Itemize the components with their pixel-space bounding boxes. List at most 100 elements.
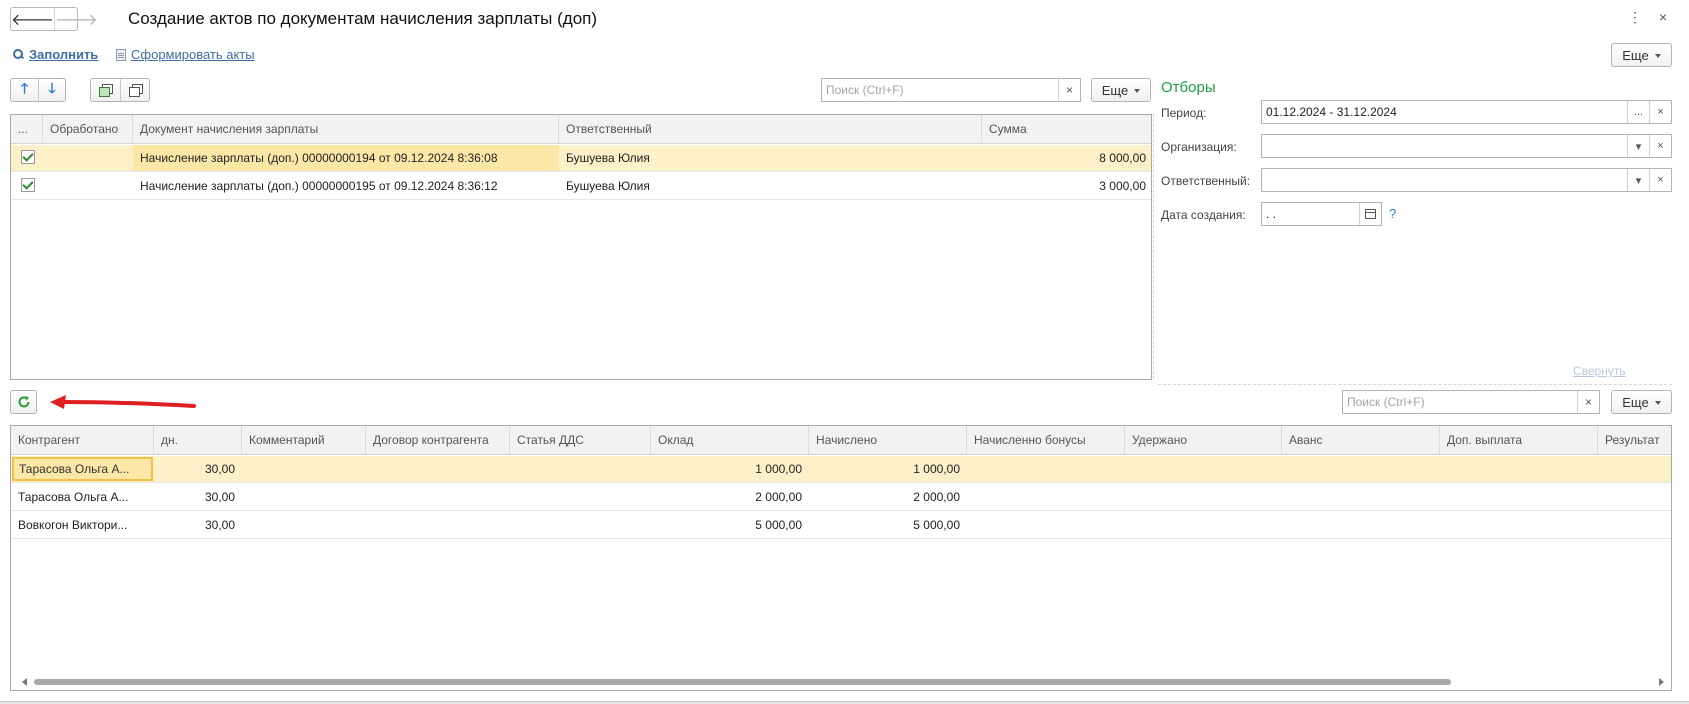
days-cell: 30,00 xyxy=(204,490,235,504)
column-sum[interactable]: Сумма xyxy=(982,115,1151,144)
column-extra-payment[interactable]: Доп. выплата xyxy=(1440,426,1598,455)
fill-label: Заполнить xyxy=(29,47,99,62)
column-advance[interactable]: Аванс xyxy=(1282,426,1440,455)
salary-cell: 5 000,00 xyxy=(755,518,802,532)
creation-date-label: Дата создания: xyxy=(1161,208,1246,222)
organization-clear-icon[interactable]: × xyxy=(1649,135,1671,157)
forward-button[interactable]: 🡒 xyxy=(53,8,98,30)
help-icon[interactable]: ? xyxy=(1389,206,1396,221)
fill-button[interactable]: Заполнить xyxy=(13,47,98,62)
accrued-cell: 2 000,00 xyxy=(913,490,960,504)
responsible-value[interactable] xyxy=(1262,169,1627,191)
bonus-cell xyxy=(967,512,1125,538)
salary-cell: 1 000,00 xyxy=(755,462,802,476)
bottom-search-placeholder: Поиск (Ctrl+F) xyxy=(1347,395,1425,409)
document-cell[interactable]: Начисление зарплаты (доп.) 00000000194 о… xyxy=(133,145,559,171)
more-label: Еще xyxy=(1622,47,1649,63)
column-salary[interactable]: Оклад xyxy=(651,426,809,455)
bottom-search-clear-icon[interactable]: × xyxy=(1577,391,1599,413)
more-menu-icon[interactable]: ⋮ xyxy=(1628,9,1642,26)
responsible-clear-icon[interactable]: × xyxy=(1649,169,1671,191)
document-cell[interactable]: Начисление зарплаты (доп.) 00000000195 о… xyxy=(133,173,559,199)
column-bonus[interactable]: Начисленно бонусы xyxy=(967,426,1125,455)
organization-value[interactable] xyxy=(1262,135,1627,157)
uncheck-all-button[interactable] xyxy=(120,79,149,101)
comment-cell xyxy=(242,484,366,510)
move-buttons-group: 🡑 🡓 xyxy=(10,78,66,102)
column-responsible[interactable]: Ответственный xyxy=(559,115,982,144)
top-search-input[interactable]: Поиск (Ctrl+F) × xyxy=(821,78,1081,102)
column-document[interactable]: Документ начисления зарплаты xyxy=(133,115,559,144)
column-contract[interactable]: Договор контрагента xyxy=(366,426,510,455)
calendar-button[interactable] xyxy=(1359,203,1381,225)
chevron-down-icon xyxy=(1654,54,1661,58)
search-icon xyxy=(13,49,24,60)
scrollbar-thumb[interactable] xyxy=(34,679,1451,685)
withheld-cell xyxy=(1125,456,1282,482)
more-button-top[interactable]: Еще xyxy=(1611,43,1672,67)
form-acts-button[interactable]: Сформировать акты xyxy=(116,47,255,62)
top-search-placeholder: Поиск (Ctrl+F) xyxy=(826,83,904,97)
more-label: Еще xyxy=(1101,82,1129,98)
organization-field[interactable]: ▾ × xyxy=(1261,134,1672,158)
organization-dropdown-icon[interactable]: ▾ xyxy=(1627,135,1649,157)
arrow-down-icon: 🡓 xyxy=(48,80,56,96)
top-search-clear-icon[interactable]: × xyxy=(1058,79,1080,101)
column-contractor[interactable]: Контрагент xyxy=(11,426,154,455)
check-all-button[interactable] xyxy=(91,79,120,101)
period-field[interactable]: 01.12.2024 - 31.12.2024 ... × xyxy=(1261,100,1672,124)
table-row[interactable]: Начисление зарплаты (доп.) 00000000195 о… xyxy=(11,173,1151,200)
refresh-button[interactable] xyxy=(10,390,37,414)
collapse-link[interactable]: Свернуть xyxy=(1573,364,1626,378)
column-withheld[interactable]: Удержано xyxy=(1125,426,1282,455)
move-down-button[interactable]: 🡓 xyxy=(38,79,65,101)
creation-date-field[interactable]: . . xyxy=(1261,202,1382,226)
contract-cell xyxy=(366,512,510,538)
contractor-cell[interactable]: Вовкогон Виктори... xyxy=(11,512,154,538)
back-button[interactable]: 🡐 xyxy=(11,8,54,30)
days-cell: 30,00 xyxy=(204,518,235,532)
table-row[interactable]: Вовкогон Виктори... 30,00 5 000,00 5 000… xyxy=(11,512,1671,539)
period-select-button[interactable]: ... xyxy=(1627,101,1649,123)
move-up-button[interactable]: 🡑 xyxy=(11,79,38,101)
contractors-table: Контрагент дн. Комментарий Договор контр… xyxy=(10,425,1672,691)
table-row[interactable]: Тарасова Ольга А... 30,00 2 000,00 2 000… xyxy=(11,484,1671,511)
contractor-cell[interactable]: Тарасова Ольга А... xyxy=(11,484,154,510)
check-all-icon xyxy=(99,84,114,97)
table-row[interactable]: Тарасова Ольга А... 30,00 1 000,00 1 000… xyxy=(11,456,1671,483)
contractor-cell[interactable]: Тарасова Ольга А... xyxy=(12,457,153,481)
arrow-right-icon: 🡒 xyxy=(54,11,98,29)
contract-cell xyxy=(366,456,510,482)
more-button-bottom-table[interactable]: Еще xyxy=(1611,390,1672,414)
table-row[interactable]: Начисление зарплаты (доп.) 00000000194 о… xyxy=(11,145,1151,172)
row-checkbox[interactable] xyxy=(21,178,35,192)
period-value[interactable]: 01.12.2024 - 31.12.2024 xyxy=(1262,101,1627,123)
column-comment[interactable]: Комментарий xyxy=(242,426,366,455)
column-days[interactable]: дн. xyxy=(154,426,242,455)
result-cell xyxy=(1598,484,1671,510)
close-icon[interactable]: × xyxy=(1659,9,1667,25)
scroll-left-icon[interactable] xyxy=(22,678,27,686)
contractors-table-header: Контрагент дн. Комментарий Договор контр… xyxy=(11,426,1671,455)
row-checkbox[interactable] xyxy=(21,150,35,164)
withheld-cell xyxy=(1125,512,1282,538)
period-clear-icon[interactable]: × xyxy=(1649,101,1671,123)
column-result[interactable]: Результат xyxy=(1598,426,1671,455)
document-icon xyxy=(116,48,126,61)
more-button-top-table[interactable]: Еще xyxy=(1091,78,1151,102)
bottom-search-input[interactable]: Поиск (Ctrl+F) × xyxy=(1342,390,1600,414)
column-processed[interactable]: Обработано xyxy=(43,115,133,144)
column-accrued[interactable]: Начислено xyxy=(809,426,967,455)
column-mark[interactable]: ... xyxy=(11,115,43,144)
page-title: Создание актов по документам начисления … xyxy=(128,9,598,28)
more-label: Еще xyxy=(1622,394,1649,410)
horizontal-scrollbar[interactable] xyxy=(22,678,1664,686)
creation-date-value[interactable]: . . xyxy=(1262,203,1359,225)
responsible-dropdown-icon[interactable]: ▾ xyxy=(1627,169,1649,191)
column-dds[interactable]: Статья ДДС xyxy=(510,426,651,455)
scroll-right-icon[interactable] xyxy=(1659,678,1664,686)
dds-cell xyxy=(510,484,651,510)
dds-cell xyxy=(510,456,651,482)
accrued-cell: 5 000,00 xyxy=(913,518,960,532)
responsible-field[interactable]: ▾ × xyxy=(1261,168,1672,192)
